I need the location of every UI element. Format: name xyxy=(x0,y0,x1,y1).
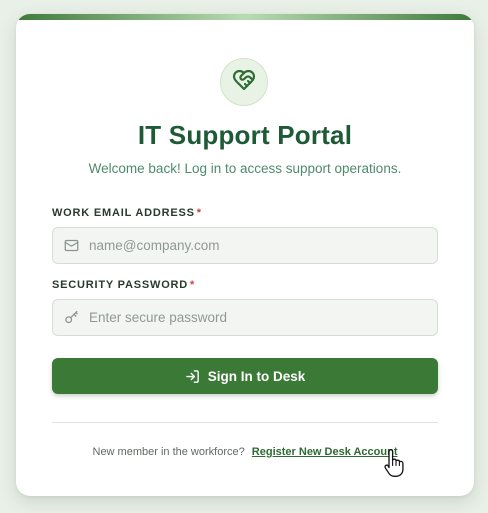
heart-handshake-icon xyxy=(232,68,256,97)
email-field-wrapper xyxy=(52,227,438,264)
password-label: SECURITY PASSWORD * xyxy=(52,279,195,291)
sign-in-button-label: Sign In to Desk xyxy=(207,368,306,384)
page-subtitle: Welcome back! Log in to access support o… xyxy=(88,161,402,176)
register-link[interactable]: Register New Desk Account xyxy=(252,446,398,458)
register-prompt: New member in the workforce? Register Ne… xyxy=(16,446,474,458)
accent-bar xyxy=(16,14,474,20)
password-label-text: SECURITY PASSWORD xyxy=(52,279,189,291)
sign-in-button[interactable]: Sign In to Desk xyxy=(52,358,438,394)
key-icon xyxy=(63,310,79,326)
mail-icon xyxy=(63,238,79,254)
register-prompt-text: New member in the workforce? xyxy=(92,446,245,458)
required-marker: * xyxy=(190,279,196,291)
required-marker: * xyxy=(196,207,202,219)
password-input[interactable] xyxy=(89,310,429,325)
divider xyxy=(52,422,438,423)
logo-badge xyxy=(220,58,268,106)
hand-pointer-cursor-icon xyxy=(383,449,405,477)
email-label-text: WORK EMAIL ADDRESS xyxy=(52,207,195,219)
email-label: WORK EMAIL ADDRESS * xyxy=(52,207,202,219)
email-input[interactable] xyxy=(89,238,429,253)
login-card: IT Support Portal Welcome back! Log in t… xyxy=(16,14,474,496)
page-title: IT Support Portal xyxy=(137,120,353,150)
password-field-wrapper xyxy=(52,299,438,336)
login-icon xyxy=(185,369,200,384)
